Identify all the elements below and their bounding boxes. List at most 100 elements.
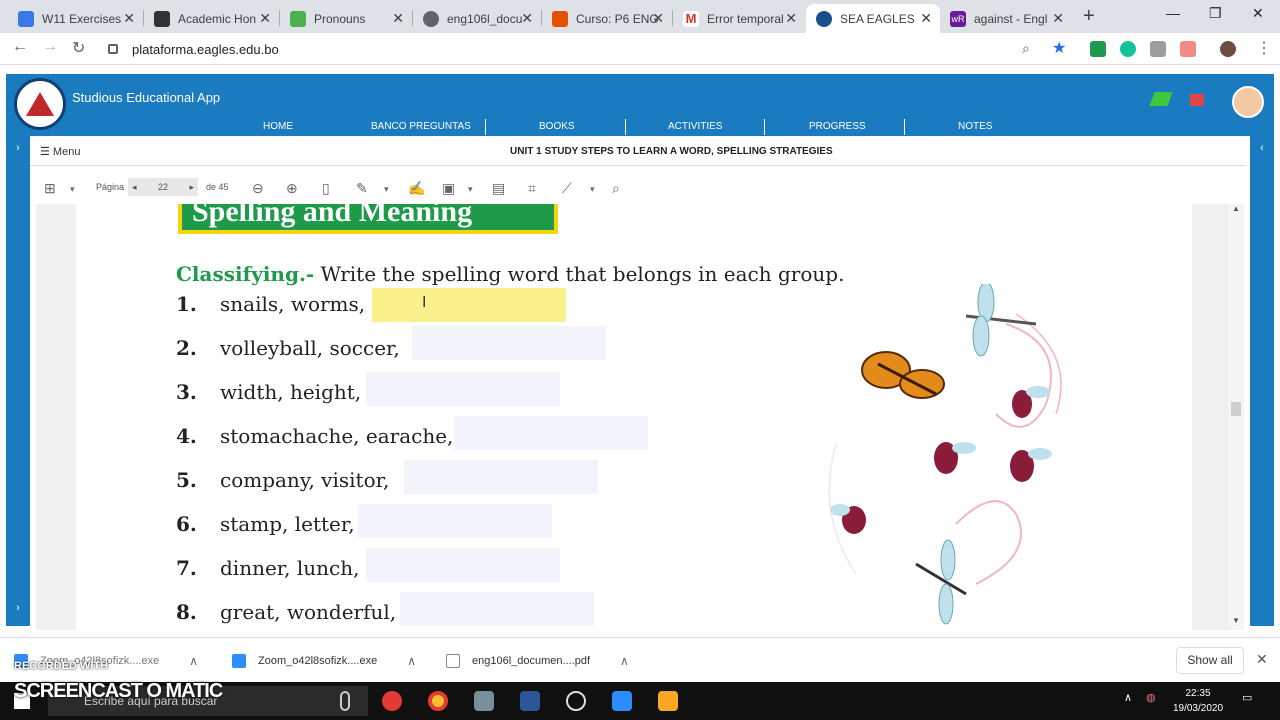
close-icon[interactable]: ✕ [785, 10, 797, 27]
tab-sea-eagles[interactable]: SEA EAGLES ✕ [806, 4, 940, 33]
forward-arrow-icon[interactable]: → [42, 38, 58, 56]
tab-error[interactable]: M Error temporal ✕ [673, 4, 805, 33]
close-window-icon[interactable]: ✕ [1252, 5, 1264, 22]
zoom-out-icon[interactable]: ⊖ [252, 180, 264, 197]
bookmark-star-icon[interactable]: ★ [1052, 38, 1066, 58]
shield-icon[interactable] [658, 691, 678, 711]
chevron-up-icon[interactable]: ∧ [620, 654, 629, 668]
chevron-up-icon[interactable]: ∧ [1124, 691, 1132, 704]
crop-icon[interactable]: ⌗ [528, 180, 536, 197]
extension-icon[interactable] [1180, 41, 1196, 57]
tab-pronouns[interactable]: Pronouns ✕ [280, 4, 412, 33]
comment-icon[interactable]: ▤ [492, 180, 505, 197]
download-item[interactable]: Zoom_o42l8sofizk....exe ∧ [232, 638, 416, 683]
answer-field-8[interactable] [400, 592, 594, 626]
notification-icon[interactable] [1190, 94, 1204, 106]
record-icon[interactable] [566, 691, 586, 711]
close-icon[interactable]: ✕ [259, 10, 271, 27]
close-icon[interactable]: ✕ [521, 10, 533, 27]
extension-icon[interactable] [1150, 41, 1166, 57]
maps-icon[interactable] [382, 691, 402, 711]
url-text: plataforma.eagles.edu.bo [132, 41, 279, 57]
chevron-up-icon[interactable]: ∧ [189, 654, 198, 668]
microphone-icon[interactable] [340, 691, 350, 711]
signature-icon[interactable]: ✍ [408, 180, 425, 197]
answer-field-4[interactable] [454, 416, 648, 450]
scroll-down-icon[interactable]: ▼ [1232, 616, 1240, 625]
chevron-right-icon[interactable]: › [6, 142, 30, 154]
answer-field-7[interactable] [366, 548, 560, 582]
answer-field-6[interactable] [358, 504, 552, 538]
unit-title: UNIT 1 STUDY STEPS TO LEARN A WORD, SPEL… [510, 146, 833, 157]
tab-against[interactable]: wR against - Engl ✕ [940, 4, 1072, 33]
back-arrow-icon[interactable]: ← [12, 38, 28, 56]
show-all-button[interactable]: Show all [1176, 647, 1244, 674]
chevron-up-icon[interactable]: ∧ [407, 654, 416, 668]
nav-books[interactable]: BOOKS [539, 121, 575, 132]
fit-page-icon[interactable]: ▯ [322, 180, 330, 197]
left-sidebar-toggle[interactable]: › › [6, 136, 30, 626]
thumbnails-icon[interactable]: ⊞ [44, 180, 56, 197]
grammarly-icon[interactable] [1120, 41, 1136, 57]
close-icon[interactable]: ✕ [1256, 651, 1268, 668]
system-clock[interactable]: 22:35 19/03/2020 [1168, 686, 1228, 716]
next-page-icon[interactable]: ▸ [189, 178, 194, 196]
address-bar[interactable]: plataforma.eagles.edu.bo [108, 36, 1048, 62]
answer-field-5[interactable] [404, 460, 598, 494]
answer-field-3[interactable] [366, 372, 560, 406]
app-icon[interactable] [474, 691, 494, 711]
nav-activities[interactable]: ACTIVITIES [668, 121, 722, 132]
tab-curso[interactable]: Curso: P6 ENG ✕ [542, 4, 672, 33]
pdf-viewer[interactable]: Spelling and Meaning Classifying.- Write… [36, 204, 1244, 630]
profile-avatar-icon[interactable] [1220, 41, 1236, 57]
chevron-right-icon[interactable]: › [6, 602, 30, 614]
tab-w11-exercises[interactable]: W11 Exercises ✕ [8, 4, 143, 33]
network-icon[interactable]: ◍ [1146, 691, 1156, 704]
minimize-icon[interactable]: — [1166, 5, 1180, 21]
chevron-down-icon[interactable]: ▾ [590, 184, 595, 195]
zoom-icon[interactable] [612, 691, 632, 711]
nav-banco-preguntas[interactable]: BANCO PREGUNTAS [371, 121, 471, 132]
prev-page-icon[interactable]: ◂ [132, 178, 137, 196]
scroll-up-icon[interactable]: ▲ [1232, 204, 1240, 213]
chevron-down-icon[interactable]: ▾ [468, 184, 473, 195]
tab-eng106l[interactable]: eng106l_docu ✕ [413, 4, 541, 33]
chevron-down-icon[interactable]: ▾ [70, 184, 75, 195]
zoom-lens-icon[interactable]: ⌕ [1022, 40, 1030, 57]
user-avatar[interactable] [1232, 86, 1264, 118]
page-number-input[interactable]: ◂ 22 ▸ [128, 178, 198, 196]
close-icon[interactable]: ✕ [1052, 10, 1064, 27]
download-item[interactable]: eng106l_documen....pdf ∧ [446, 638, 629, 683]
reload-icon[interactable]: ↻ [72, 38, 85, 58]
menu-button[interactable]: ☰ Menu [40, 145, 80, 158]
notifications-icon[interactable]: ▭ [1242, 691, 1252, 704]
nav-home[interactable]: HOME [263, 121, 293, 132]
pencil-icon[interactable] [1149, 92, 1173, 106]
close-icon[interactable]: ✕ [920, 10, 932, 27]
more-menu-icon[interactable]: ⋮ [1256, 38, 1272, 58]
nav-progress[interactable]: PROGRESS [809, 121, 866, 132]
image-icon[interactable]: ▣ [442, 180, 455, 197]
chevron-down-icon[interactable]: ▾ [384, 184, 389, 195]
close-icon[interactable]: ✕ [392, 10, 404, 27]
word-icon[interactable] [520, 691, 540, 711]
new-tab-plus-icon[interactable]: + [1083, 5, 1095, 28]
scroll-thumb[interactable] [1231, 402, 1241, 416]
eagles-logo[interactable] [14, 78, 66, 130]
answer-field-2[interactable] [412, 326, 606, 360]
extension-icon[interactable] [1090, 41, 1106, 57]
search-icon[interactable]: ⌕ [612, 180, 620, 197]
restore-icon[interactable]: ❐ [1209, 5, 1222, 22]
vertical-scrollbar[interactable]: ▲ ▼ [1228, 204, 1244, 630]
pen-icon[interactable]: ✎ [356, 180, 368, 197]
chevron-left-icon[interactable]: ‹ [1250, 142, 1274, 154]
chrome-icon[interactable] [428, 691, 448, 711]
right-sidebar-toggle[interactable]: ‹ [1250, 136, 1274, 626]
close-icon[interactable]: ✕ [652, 10, 664, 27]
line-icon[interactable]: ⟋ [562, 180, 572, 197]
nav-notes[interactable]: NOTES [958, 121, 992, 132]
tab-academic[interactable]: Academic Hon ✕ [144, 4, 279, 33]
zoom-in-icon[interactable]: ⊕ [286, 180, 298, 197]
close-icon[interactable]: ✕ [123, 10, 135, 27]
answer-field-1[interactable] [372, 288, 566, 322]
